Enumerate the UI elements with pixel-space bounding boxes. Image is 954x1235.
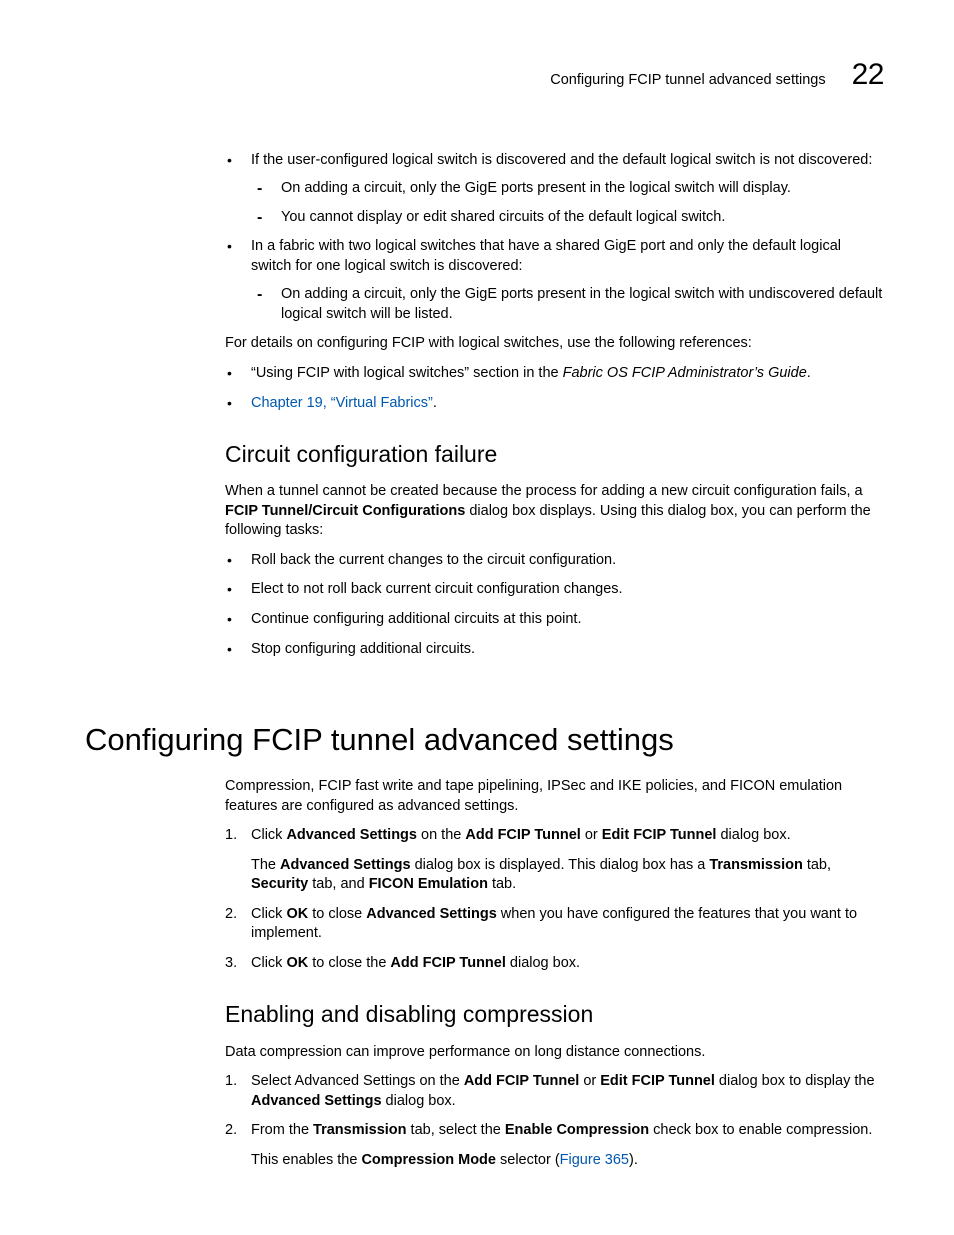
list-item: 2. From the Transmission tab, select the…: [225, 1121, 884, 1170]
text: This enables the: [251, 1152, 361, 1168]
text: dialog box.: [716, 827, 790, 843]
list-item: “Using FCIP with logical switches” secti…: [225, 364, 884, 384]
paragraph: Data compression can improve performance…: [225, 1043, 884, 1063]
ordered-list: 1. Select Advanced Settings on the Add F…: [225, 1072, 884, 1170]
text: tab, select the: [407, 1122, 505, 1138]
step-number: 2.: [225, 905, 237, 925]
step-number: 1.: [225, 1072, 237, 1092]
text: or: [579, 1073, 600, 1089]
step-number: 3.: [225, 954, 237, 974]
list: Roll back the current changes to the cir…: [225, 551, 884, 659]
list-item: Roll back the current changes to the cir…: [225, 551, 884, 571]
header-title: Configuring FCIP tunnel advanced setting…: [550, 71, 825, 91]
text: to close the: [308, 955, 390, 971]
paragraph: Compression, FCIP fast write and tape pi…: [225, 777, 884, 816]
text-italic: Fabric OS FCIP Administrator’s Guide: [563, 365, 807, 381]
step-number: 1.: [225, 826, 237, 846]
text: to close: [308, 906, 366, 922]
body-block-1: If the user-configured logical switch is…: [225, 151, 884, 660]
text: dialog box is displayed. This dialog box…: [411, 857, 710, 873]
list: If the user-configured logical switch is…: [225, 151, 884, 325]
text-bold: Edit FCIP Tunnel: [602, 827, 717, 843]
text-bold: Transmission: [709, 857, 802, 873]
text: ).: [629, 1152, 638, 1168]
text: tab.: [488, 876, 516, 892]
list-item: On adding a circuit, only the GigE ports…: [251, 285, 884, 324]
step-note: The Advanced Settings dialog box is disp…: [251, 856, 884, 895]
list-item: 2. Click OK to close Advanced Settings w…: [225, 905, 884, 944]
text-bold: OK: [286, 955, 308, 971]
page: Configuring FCIP tunnel advanced setting…: [0, 0, 954, 1235]
step-number: 2.: [225, 1121, 237, 1141]
text-bold: Enable Compression: [505, 1122, 649, 1138]
text: The: [251, 857, 280, 873]
list-item: 1. Select Advanced Settings on the Add F…: [225, 1072, 884, 1111]
list-item: Stop configuring additional circuits.: [225, 640, 884, 660]
text-bold: Transmission: [313, 1122, 406, 1138]
text-bold: Security: [251, 876, 308, 892]
page-header: Configuring FCIP tunnel advanced setting…: [85, 55, 884, 96]
text: From the: [251, 1122, 313, 1138]
text: tab, and: [308, 876, 368, 892]
text: When a tunnel cannot be created because …: [225, 483, 863, 499]
text-bold: Compression Mode: [361, 1152, 496, 1168]
paragraph: For details on configuring FCIP with log…: [225, 334, 884, 354]
text-bold: OK: [286, 906, 308, 922]
paragraph: When a tunnel cannot be created because …: [225, 482, 884, 541]
text-bold: Add FCIP Tunnel: [390, 955, 505, 971]
heading-main: Configuring FCIP tunnel advanced setting…: [85, 719, 884, 761]
text-bold: Add FCIP Tunnel: [464, 1073, 579, 1089]
text-bold: FICON Emulation: [369, 876, 488, 892]
text: dialog box.: [382, 1093, 456, 1109]
sublist: On adding a circuit, only the GigE ports…: [251, 285, 884, 324]
text: tab,: [803, 857, 831, 873]
text-bold: Advanced Settings: [280, 857, 411, 873]
text-bold: Add FCIP Tunnel: [465, 827, 580, 843]
text: selector (: [496, 1152, 560, 1168]
text: dialog box.: [506, 955, 580, 971]
list: “Using FCIP with logical switches” secti…: [225, 364, 884, 413]
list-item: Chapter 19, “Virtual Fabrics”.: [225, 394, 884, 414]
text: check box to enable compression.: [649, 1122, 872, 1138]
heading-circuit-failure: Circuit configuration failure: [225, 439, 884, 470]
text: Click: [251, 955, 286, 971]
body-block-2: Compression, FCIP fast write and tape pi…: [225, 777, 884, 1170]
heading-compression: Enabling and disabling compression: [225, 999, 884, 1030]
text-bold: Advanced Settings: [366, 906, 497, 922]
text: “Using FCIP with logical switches” secti…: [251, 365, 563, 381]
text: .: [807, 365, 811, 381]
ordered-list: 1. Click Advanced Settings on the Add FC…: [225, 826, 884, 973]
sublist: On adding a circuit, only the GigE ports…: [251, 179, 884, 227]
list-item: You cannot display or edit shared circui…: [251, 208, 884, 228]
list-item: 1. Click Advanced Settings on the Add FC…: [225, 826, 884, 895]
text: Click: [251, 906, 286, 922]
text: In a fabric with two logical switches th…: [251, 238, 841, 274]
list-item: In a fabric with two logical switches th…: [225, 237, 884, 324]
text-bold: Advanced Settings: [286, 827, 417, 843]
text: Click: [251, 827, 286, 843]
step-note: This enables the Compression Mode select…: [251, 1151, 884, 1171]
link-figure-365[interactable]: Figure 365: [560, 1152, 629, 1168]
list-item: If the user-configured logical switch is…: [225, 151, 884, 228]
text: on the: [417, 827, 465, 843]
text-bold: Edit FCIP Tunnel: [600, 1073, 715, 1089]
text: Select Advanced Settings on the: [251, 1073, 464, 1089]
chapter-number: 22: [852, 55, 884, 96]
text-bold: Advanced Settings: [251, 1093, 382, 1109]
text: .: [433, 395, 437, 411]
list-item: Continue configuring additional circuits…: [225, 610, 884, 630]
text: If the user-configured logical switch is…: [251, 152, 872, 168]
text: dialog box to display the: [715, 1073, 875, 1089]
text-bold: FCIP Tunnel/Circuit Configurations: [225, 503, 465, 519]
list-item: Elect to not roll back current circuit c…: [225, 580, 884, 600]
link-virtual-fabrics[interactable]: Chapter 19, “Virtual Fabrics”: [251, 395, 433, 411]
list-item: On adding a circuit, only the GigE ports…: [251, 179, 884, 199]
list-item: 3. Click OK to close the Add FCIP Tunnel…: [225, 954, 884, 974]
text: or: [581, 827, 602, 843]
